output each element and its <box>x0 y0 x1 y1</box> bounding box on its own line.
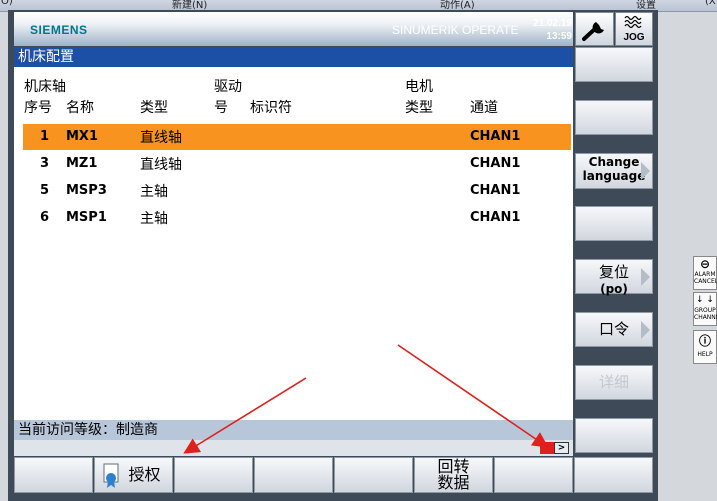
cell-type: 直线轴 <box>140 130 182 146</box>
details-label: 详细 <box>598 373 629 391</box>
cell-channel: CHAN1 <box>470 129 521 144</box>
product-name: SINUMERIK OPERATE <box>392 23 519 37</box>
cell-type: 主轴 <box>140 184 168 200</box>
menu-fragment-left: O) <box>1 0 13 7</box>
help-label: HELP <box>697 351 713 358</box>
group-channel-label-1: GROUP <box>694 307 716 314</box>
col-seq: 序号 <box>24 100 52 116</box>
alarm-cancel-button[interactable]: ⊖ ALARM CANCEL <box>693 256 717 290</box>
status-bar-bottom <box>14 440 573 456</box>
date-label: 21.02.19 <box>533 18 572 29</box>
table-row[interactable]: 6 MSP1 主轴 CHAN1 <box>23 205 571 231</box>
cell-name: MSP3 <box>66 183 107 198</box>
group-channel-label-2: CHANNEL <box>694 314 717 321</box>
wrench-icon <box>582 22 604 41</box>
col-name: 名称 <box>66 100 94 116</box>
vsoftkey-2[interactable] <box>575 100 653 135</box>
jog-label: JOG <box>623 32 645 43</box>
authorize-button[interactable]: 授权 <box>94 457 173 493</box>
col-group-axis: 机床轴 <box>24 79 66 95</box>
details-button[interactable]: 详细 <box>575 365 653 400</box>
group-channel-button[interactable]: ↓ ↓ GROUP CHANNEL <box>693 292 717 326</box>
cell-seq: 5 <box>40 183 50 198</box>
alarm-cancel-label-1: ALARM <box>694 271 716 278</box>
cell-type: 直线轴 <box>140 157 182 173</box>
password-button[interactable]: 口令 <box>575 312 653 347</box>
hsoftkey-5[interactable] <box>334 457 413 493</box>
jog-mode-button[interactable]: JOG <box>615 12 653 46</box>
change-language-button[interactable]: Change language <box>575 153 653 189</box>
col-group-drive: 驱动 <box>214 79 242 95</box>
col-motor-type: 类型 <box>405 100 433 116</box>
axis-table <box>14 67 573 420</box>
reset-po-button[interactable]: 复位 (po) <box>575 259 653 296</box>
vsoftkey-1[interactable] <box>575 47 653 82</box>
scroll-left-button[interactable] <box>540 442 555 454</box>
chevron-right-icon <box>641 268 650 286</box>
table-row[interactable]: 3 MZ1 直线轴 CHAN1 <box>23 151 571 177</box>
wave-icon <box>624 15 642 29</box>
table-row[interactable]: 1 MX1 直线轴 CHAN1 <box>23 124 571 150</box>
table-row[interactable]: 5 MSP3 主轴 CHAN1 <box>23 178 571 204</box>
col-channel: 通道 <box>470 100 498 116</box>
col-num: 号 <box>214 100 228 116</box>
certificate-icon <box>103 463 119 488</box>
hsoftkey-1[interactable] <box>14 457 93 493</box>
alarm-cancel-icon: ⊖ <box>699 257 711 271</box>
hsoftkey-8[interactable] <box>574 457 653 493</box>
hsoftkey-3[interactable] <box>174 457 253 493</box>
scroll-next-button[interactable]: > <box>554 442 569 454</box>
window-title: 机床配置 <box>14 47 573 67</box>
cell-seq: 3 <box>40 156 50 171</box>
hsoftkey-7[interactable] <box>494 457 573 493</box>
hsoftkey-4[interactable] <box>254 457 333 493</box>
col-group-motor: 电机 <box>405 79 433 95</box>
time-label: 13:59 <box>546 31 572 42</box>
cell-channel: CHAN1 <box>470 183 521 198</box>
help-button[interactable]: ⓘ HELP <box>693 330 717 364</box>
arrows-icon: ↓ ↓ <box>696 295 714 305</box>
password-label: 口令 <box>598 320 629 338</box>
cell-seq: 6 <box>40 210 50 225</box>
cell-channel: CHAN1 <box>470 156 521 171</box>
info-icon: ⓘ <box>698 334 711 348</box>
wrench-button[interactable] <box>575 12 614 46</box>
menu-fragment-right: (X <box>705 0 716 7</box>
cell-seq: 1 <box>40 129 50 144</box>
alarm-cancel-label-2: CANCEL <box>694 278 717 285</box>
data-backup-button[interactable]: 回转 数据 <box>414 457 493 493</box>
col-ident: 标识符 <box>250 100 292 116</box>
cell-name: MX1 <box>66 129 99 144</box>
date-time: 21.02.19 13:59 <box>520 17 572 43</box>
access-level-status: 当前访问等级：制造商 <box>14 420 573 440</box>
authorize-label: 授权 <box>128 465 161 484</box>
col-type: 类型 <box>140 100 168 116</box>
vsoftkey-4[interactable] <box>575 206 653 241</box>
chevron-right-icon <box>641 162 650 180</box>
cell-type: 主轴 <box>140 211 168 227</box>
vsoftkey-8[interactable] <box>575 418 653 453</box>
cell-name: MSP1 <box>66 210 107 225</box>
chevron-right-icon <box>641 321 650 339</box>
cell-name: MZ1 <box>66 156 98 171</box>
siemens-logo: SIEMENS <box>30 23 88 37</box>
data-backup-label-2: 数据 <box>437 473 470 492</box>
cell-channel: CHAN1 <box>470 210 521 225</box>
